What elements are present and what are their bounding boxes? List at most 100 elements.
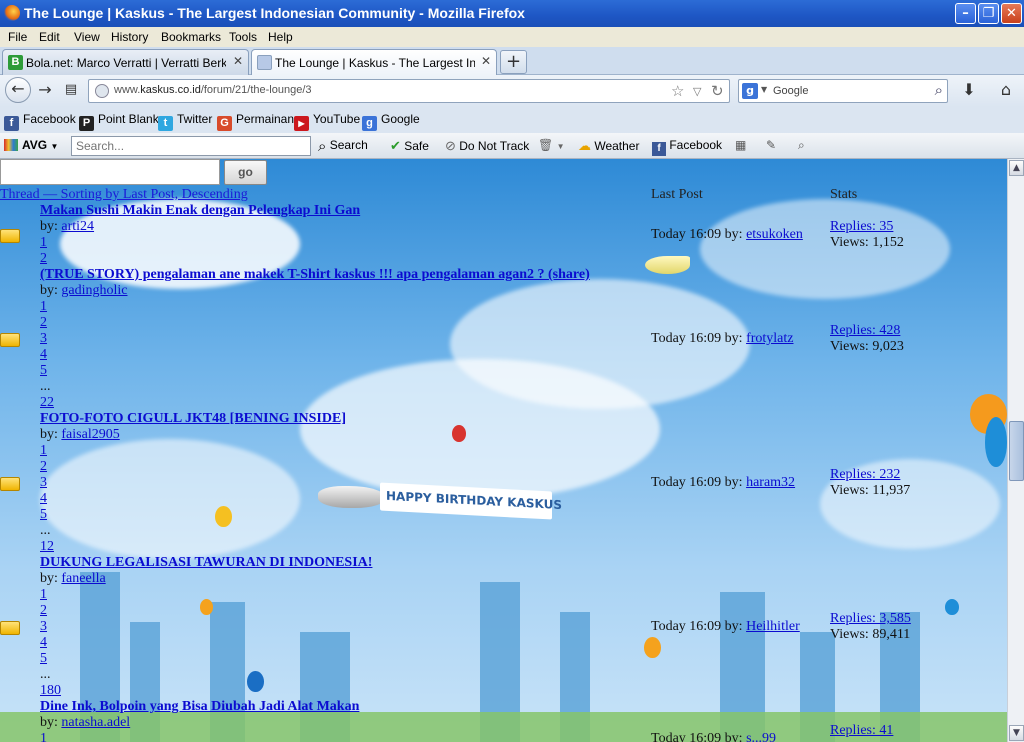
menu-view[interactable]: View (74, 30, 100, 44)
reload-icon[interactable]: ↻ (711, 82, 724, 100)
menu-file[interactable]: File (8, 30, 27, 44)
engine-dropdown-icon[interactable]: ▼ (761, 85, 767, 94)
page-link[interactable]: 2 (40, 251, 47, 266)
page-link[interactable]: 5 (40, 507, 47, 522)
avg-dropdown-icon[interactable]: ▼ (50, 142, 58, 151)
replies-link[interactable]: Replies: 41 (830, 723, 893, 738)
new-tab-button[interactable]: + (500, 50, 527, 74)
page-link[interactable]: 4 (40, 635, 47, 650)
bookmark-twitter[interactable]: t Twitter (158, 112, 212, 131)
replies-link[interactable]: Replies: 428 (830, 323, 900, 338)
url-bar[interactable]: www.kaskus.co.id/forum/21/the-lounge/3 ☆… (88, 79, 730, 103)
last-post-user-link[interactable]: Heilhitler (746, 619, 800, 634)
page-link[interactable]: 4 (40, 491, 47, 506)
calculator-icon[interactable]: ▦ (735, 138, 746, 152)
go-button[interactable]: go (224, 160, 267, 185)
avg-search-input[interactable] (72, 137, 302, 155)
last-post-user-link[interactable]: frotylatz (746, 331, 793, 346)
bookmark-point-blank[interactable]: P Point Blank (79, 112, 159, 131)
author-link[interactable]: natasha.adel (61, 715, 130, 730)
page-link[interactable]: 3 (40, 475, 47, 490)
home-icon[interactable]: ⌂ (995, 79, 1017, 103)
tab-groups-icon[interactable]: ▤ (60, 79, 82, 103)
avg-do-not-track-button[interactable]: ⊘ Do Not Track (445, 138, 529, 154)
page-link[interactable]: 2 (40, 603, 47, 618)
page-link[interactable]: 5 (40, 363, 47, 378)
replies-link[interactable]: Replies: 232 (830, 467, 900, 482)
search-bar[interactable]: g ▼ Google ⌕ (738, 79, 948, 103)
thread-sort-link[interactable]: Thread (0, 187, 40, 202)
last-post-user-link[interactable]: etsukoken (746, 227, 803, 242)
url-history-dropdown-icon[interactable]: ▽ (693, 85, 701, 98)
snapshot-icon[interactable]: ⌕ (798, 138, 805, 153)
page-link[interactable]: 4 (40, 347, 47, 362)
avg-logo[interactable]: AVG ▼ (4, 138, 58, 152)
page-link[interactable]: 2 (40, 459, 47, 474)
bookmark-permainan[interactable]: G Permainan (217, 112, 294, 131)
page-link[interactable]: 2 (40, 315, 47, 330)
trash-icon[interactable]: 🗑 ▼ (538, 138, 565, 152)
site-identity-icon[interactable] (95, 84, 109, 98)
tab-the-lounge[interactable]: The Lounge | Kaskus - The Largest Indon.… (251, 49, 497, 75)
search-icon[interactable]: ⌕ (935, 81, 943, 99)
bookmark-facebook[interactable]: f Facebook (4, 112, 76, 131)
last-post-user-link[interactable]: haram32 (746, 475, 795, 490)
author-link[interactable]: gadingholic (61, 283, 127, 298)
close-window-button[interactable]: ✕ (1001, 3, 1022, 24)
page-link[interactable]: 3 (40, 331, 47, 346)
page-link[interactable]: 1 (40, 443, 47, 458)
minimize-button[interactable]: – (955, 3, 976, 24)
google-engine-icon[interactable]: g (742, 83, 758, 99)
thread-title-link[interactable]: Dine Ink, Bolpoin yang Bisa Diubah Jadi … (40, 699, 359, 715)
menu-help[interactable]: Help (268, 30, 293, 44)
page-link-last[interactable]: 22 (40, 395, 54, 410)
thread-title-link[interactable]: Makan Sushi Makin Enak dengan Pelengkap … (40, 203, 360, 219)
avg-safe-button[interactable]: ✔ Safe (390, 138, 429, 154)
close-tab-icon[interactable]: ✕ (233, 54, 243, 68)
thread-title-link[interactable]: DUKUNG LEGALISASI TAWURAN DI INDONESIA! (40, 555, 372, 571)
page-link-last[interactable]: 180 (40, 683, 61, 698)
bookmark-star-icon[interactable]: ☆ (671, 82, 684, 100)
avg-search-button[interactable]: ⌕ Search (318, 138, 368, 155)
scroll-up-button[interactable]: ▲ (1009, 160, 1024, 176)
thread-title-link[interactable]: (TRUE STORY) pengalaman ane makek T-Shir… (40, 267, 590, 283)
replies-link[interactable]: Replies: 3,585 (830, 611, 911, 626)
forward-button[interactable]: → (35, 79, 55, 103)
page-link[interactable]: 5 (40, 651, 47, 666)
page-link[interactable]: 1 (40, 299, 47, 314)
thread-stats: Replies: 35 Views: 1,152 (830, 219, 904, 251)
author-link[interactable]: faneella (61, 571, 105, 586)
menu-bookmarks[interactable]: Bookmarks (161, 30, 221, 44)
close-tab-icon[interactable]: ✕ (481, 54, 491, 68)
forum-search-input[interactable] (0, 159, 220, 185)
avg-search-field[interactable] (71, 136, 311, 156)
page-link[interactable]: 3 (40, 619, 47, 634)
replies-link[interactable]: Replies: 35 (830, 219, 893, 234)
cloud-decoration (40, 439, 300, 559)
back-button[interactable]: ← (5, 77, 31, 103)
vertical-scrollbar[interactable]: ▲ ▼ (1007, 159, 1024, 742)
menu-tools[interactable]: Tools (229, 30, 257, 44)
author-link[interactable]: arti24 (61, 219, 94, 234)
page-link[interactable]: 1 (40, 587, 47, 602)
point-blank-icon: P (79, 116, 94, 131)
avg-weather-button[interactable]: ☁ Weather (578, 138, 639, 154)
restore-button[interactable]: ❐ (978, 3, 999, 24)
notepad-icon[interactable]: ✎ (766, 138, 776, 152)
scrollbar-thumb[interactable] (1009, 421, 1024, 481)
page-link[interactable]: 1 (40, 731, 47, 742)
sort-description-link[interactable]: — Sorting by Last Post, Descending (40, 187, 248, 202)
page-link[interactable]: 1 (40, 235, 47, 250)
page-link-last[interactable]: 12 (40, 539, 54, 554)
author-link[interactable]: faisal2905 (61, 427, 119, 442)
avg-facebook-button[interactable]: f Facebook (652, 138, 722, 156)
thread-title-link[interactable]: FOTO-FOTO CIGULL JKT48 [BENING INSIDE] (40, 411, 346, 427)
menu-edit[interactable]: Edit (39, 30, 60, 44)
last-post-user-link[interactable]: s...99 (746, 731, 776, 742)
tab-bola[interactable]: B Bola.net: Marco Verratti | Verratti Be… (2, 49, 249, 75)
menu-history[interactable]: History (111, 30, 148, 44)
scroll-down-button[interactable]: ▼ (1009, 725, 1024, 741)
bookmark-youtube[interactable]: ▶ YouTube (294, 112, 360, 131)
downloads-icon[interactable]: ⬇ (958, 79, 980, 103)
bookmark-google[interactable]: g Google (362, 112, 420, 131)
